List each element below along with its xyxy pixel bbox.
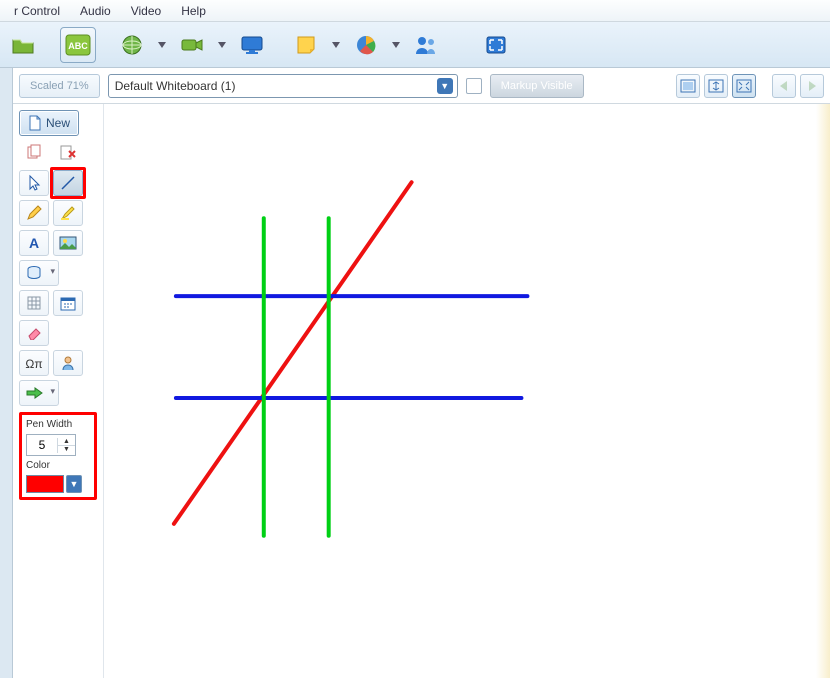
fit-height-icon	[708, 79, 724, 93]
pie-dropdown[interactable]	[388, 27, 404, 63]
new-button[interactable]: New	[19, 110, 79, 136]
camera-dropdown[interactable]	[214, 27, 230, 63]
highlighter-icon	[60, 205, 76, 221]
fullscreen-icon	[485, 35, 507, 55]
pencil-tool[interactable]	[19, 200, 49, 226]
main-toolbar: ABC	[0, 22, 830, 68]
cylinder-icon	[26, 265, 42, 281]
eraser-icon	[25, 326, 43, 340]
fit-width-icon	[680, 79, 696, 93]
fit-page-icon	[736, 79, 752, 93]
pen-settings: Pen Width ▲ ▼ Color ▼	[19, 412, 97, 500]
color-label: Color	[26, 460, 90, 471]
pie-icon	[355, 34, 377, 56]
fit-page-button[interactable]	[732, 74, 756, 98]
image-tool[interactable]	[53, 230, 83, 256]
user-icon	[60, 355, 76, 371]
abc-button[interactable]: ABC	[60, 27, 96, 63]
penwidth-input[interactable]	[27, 438, 57, 452]
globe-dropdown[interactable]	[154, 27, 170, 63]
omega-icon: Ωπ	[25, 355, 43, 371]
chevron-down-icon	[218, 42, 226, 48]
folder-icon	[11, 34, 37, 56]
pointer-icon	[27, 174, 41, 192]
next-button[interactable]	[800, 74, 824, 98]
pencil-icon	[26, 205, 42, 221]
people-button[interactable]	[408, 27, 444, 63]
shape-tool[interactable]	[19, 260, 59, 286]
monitor-button[interactable]	[234, 27, 270, 63]
fit-width-button[interactable]	[676, 74, 700, 98]
globe-icon	[121, 34, 143, 56]
svg-text:Ωπ: Ωπ	[25, 357, 42, 371]
copy-icon	[25, 144, 43, 162]
people-icon	[414, 35, 438, 55]
camera-button[interactable]	[174, 27, 210, 63]
prev-button[interactable]	[772, 74, 796, 98]
menu-help[interactable]: Help	[171, 2, 216, 20]
arrow-tool[interactable]	[19, 380, 59, 406]
next-icon	[804, 79, 820, 93]
checkbox[interactable]	[466, 78, 482, 94]
user-tool[interactable]	[53, 350, 83, 376]
tool-panel: New	[13, 104, 103, 678]
fullscreen-button[interactable]	[478, 27, 514, 63]
edge-shadow	[816, 104, 830, 678]
delete-tool[interactable]	[53, 140, 83, 166]
chevron-down-icon	[332, 42, 340, 48]
prev-icon	[776, 79, 792, 93]
text-icon: A	[26, 235, 42, 251]
copy-tool[interactable]	[19, 140, 49, 166]
calendar-icon	[60, 295, 76, 311]
color-swatch[interactable]	[26, 475, 64, 493]
monitor-icon	[240, 35, 264, 55]
camera-icon	[180, 36, 204, 54]
menu-control[interactable]: r Control	[4, 2, 70, 20]
abc-icon: ABC	[65, 34, 91, 56]
globe-button[interactable]	[114, 27, 150, 63]
whiteboard-bar: Scaled 71% Default Whiteboard (1) ▼ Mark…	[13, 68, 830, 104]
canvas-area[interactable]	[103, 104, 830, 678]
penwidth-down[interactable]: ▼	[57, 446, 75, 453]
chevron-down-icon	[158, 42, 166, 48]
line-tool[interactable]	[53, 170, 83, 196]
grid-tool[interactable]	[19, 290, 49, 316]
grid-icon	[26, 295, 42, 311]
chevron-down-icon: ▼	[437, 78, 453, 94]
svg-text:ABC: ABC	[68, 41, 88, 51]
penwidth-up[interactable]: ▲	[57, 438, 75, 446]
svg-text:A: A	[29, 235, 39, 251]
menu-video[interactable]: Video	[121, 2, 171, 20]
whiteboard-select[interactable]: Default Whiteboard (1) ▼	[108, 74, 458, 98]
text-tool[interactable]: A	[19, 230, 49, 256]
image-icon	[59, 236, 77, 250]
penwidth-label: Pen Width	[26, 419, 90, 430]
pie-button[interactable]	[348, 27, 384, 63]
menu-audio[interactable]: Audio	[70, 2, 121, 20]
scale-button[interactable]: Scaled 71%	[19, 74, 100, 98]
color-dropdown[interactable]: ▼	[66, 475, 82, 493]
calendar-tool[interactable]	[53, 290, 83, 316]
highlighter-tool[interactable]	[53, 200, 83, 226]
folder-button[interactable]	[6, 27, 42, 63]
penwidth-spinner[interactable]: ▲ ▼	[26, 434, 76, 456]
note-icon	[295, 34, 317, 56]
new-button-label: New	[46, 116, 70, 130]
fit-height-button[interactable]	[704, 74, 728, 98]
delete-icon	[59, 144, 77, 162]
whiteboard-canvas[interactable]	[104, 104, 830, 678]
left-gutter	[0, 68, 13, 678]
symbol-tool[interactable]: Ωπ	[19, 350, 49, 376]
line-icon	[59, 174, 77, 192]
markup-visible-button[interactable]: Markup Visible	[490, 74, 584, 98]
note-button[interactable]	[288, 27, 324, 63]
eraser-tool[interactable]	[19, 320, 49, 346]
arrow-icon	[25, 386, 43, 400]
whiteboard-select-label: Default Whiteboard (1)	[115, 79, 236, 93]
menubar: r Control Audio Video Help	[0, 0, 830, 22]
chevron-down-icon	[392, 42, 400, 48]
page-icon	[28, 115, 41, 131]
note-dropdown[interactable]	[328, 27, 344, 63]
pointer-tool[interactable]	[19, 170, 49, 196]
